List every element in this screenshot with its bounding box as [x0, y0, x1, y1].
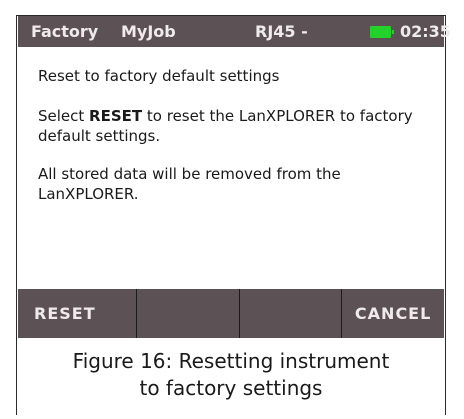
softkey-bar: RESET CANCEL: [18, 289, 444, 338]
instruction-prefix: Select: [38, 107, 90, 125]
clock-time: 02:35: [400, 22, 451, 41]
reset-button[interactable]: RESET: [18, 289, 136, 338]
screen-title: Factory: [31, 22, 99, 41]
softkey-3[interactable]: [238, 289, 342, 338]
status-bar: Factory MyJob RJ45 - 02:35: [18, 16, 451, 47]
figure-frame: Factory MyJob RJ45 - 02:35 Reset to fact…: [16, 15, 451, 415]
caption-line-1: Figure 16: Resetting instrument: [72, 349, 390, 373]
instruction-keyword: RESET: [89, 107, 143, 125]
port-indicator: RJ45 -: [255, 22, 308, 41]
job-name: MyJob: [121, 22, 176, 41]
caption-line-2: to factory settings: [139, 376, 323, 400]
cancel-button[interactable]: CANCEL: [341, 289, 444, 338]
softkey-2[interactable]: [135, 289, 239, 338]
screen-heading: Reset to factory default settings: [38, 67, 280, 85]
device-screen: Factory MyJob RJ45 - 02:35 Reset to fact…: [18, 16, 451, 338]
warning-text: All stored data will be removed from the…: [38, 165, 341, 203]
figure-caption: Figure 16: Resetting instrument to facto…: [17, 348, 445, 402]
instruction-text: Select RESET to reset the LanXPLORER to …: [38, 106, 438, 146]
message-content: Reset to factory default settings Select…: [38, 66, 438, 222]
battery-icon: [370, 26, 394, 38]
